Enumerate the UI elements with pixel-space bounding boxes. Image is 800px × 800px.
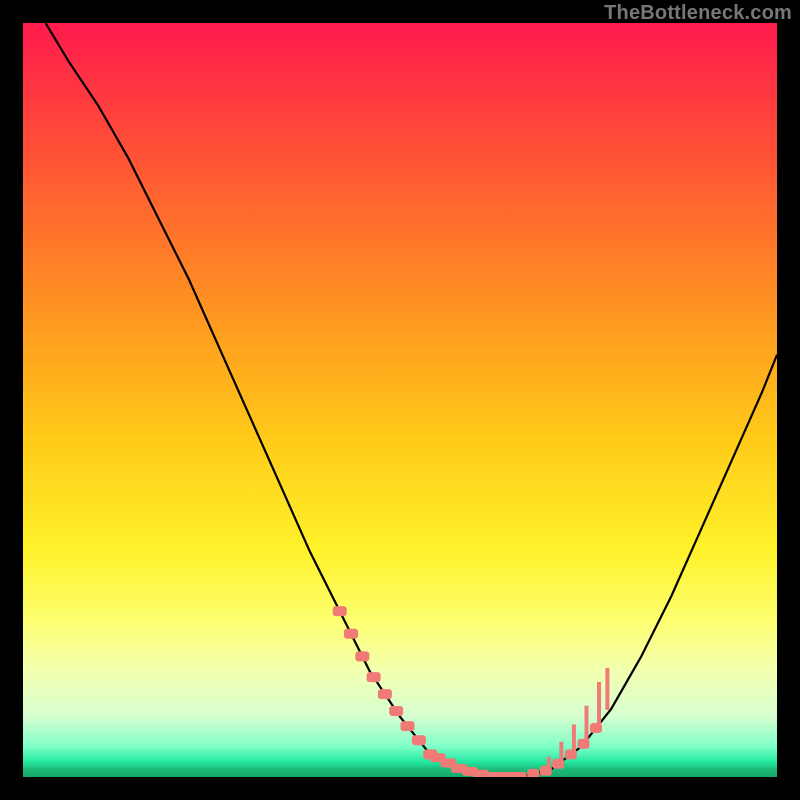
gradient-plot-area bbox=[23, 23, 777, 777]
watermark-text: TheBottleneck.com bbox=[604, 2, 792, 25]
